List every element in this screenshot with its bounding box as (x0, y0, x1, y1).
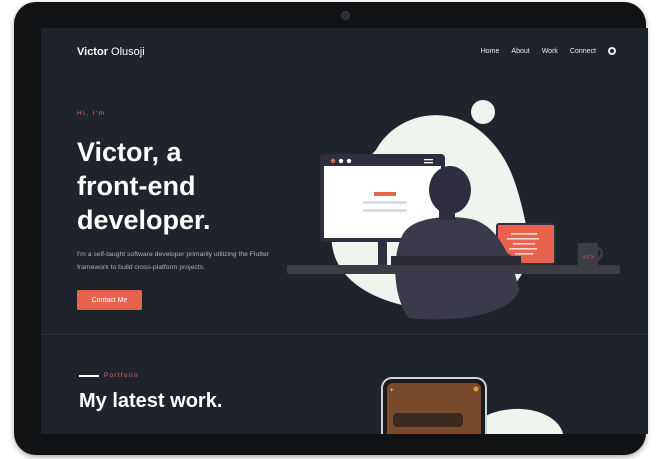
phone-status-icon (473, 386, 479, 392)
website-screen: Victor Olusoji Home About Work Connect H… (41, 28, 648, 434)
laptop-frame: Victor Olusoji Home About Work Connect H… (14, 2, 648, 455)
portfolio-preview: + (381, 377, 563, 434)
camera-icon (341, 11, 350, 20)
phone-screen-image (393, 413, 463, 427)
plus-icon: + (390, 388, 394, 394)
